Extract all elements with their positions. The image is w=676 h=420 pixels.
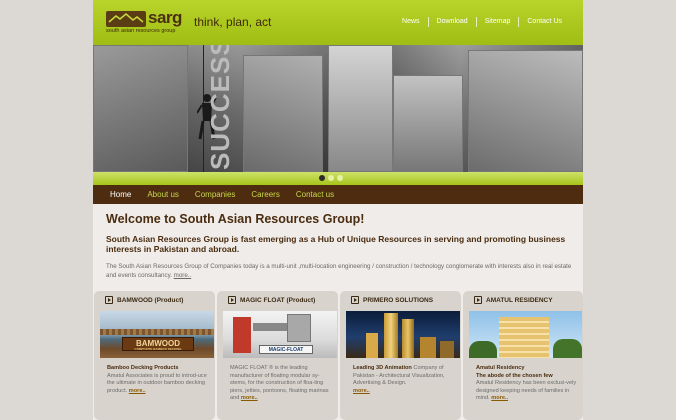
- card-lead: Leading 3D Animation: [353, 365, 412, 371]
- card-image[interactable]: [346, 311, 460, 358]
- card-image[interactable]: MAGIC-FLOAT: [223, 311, 337, 358]
- nav-home[interactable]: Home: [102, 190, 139, 199]
- magic-float-logo: MAGIC-FLOAT: [259, 345, 313, 354]
- topnav-news[interactable]: News: [394, 17, 428, 27]
- nav-companies[interactable]: Companies: [187, 190, 243, 199]
- card-description: Bamboo Decking Products Amatul Associate…: [107, 365, 209, 395]
- card-title[interactable]: BAMWOOD (Product): [105, 296, 183, 304]
- card-title[interactable]: PRIMERO SOLUTIONS: [351, 296, 433, 304]
- deck-railing: [100, 329, 214, 335]
- card-description: MAGIC FLOAT ® is the leading manufacture…: [230, 365, 332, 403]
- topnav-download[interactable]: Download: [427, 17, 476, 27]
- card-image[interactable]: BAMWOOD COMPOSITE BAMBOO DECKING: [100, 311, 214, 358]
- bamwood-logo: BAMWOOD COMPOSITE BAMBOO DECKING: [122, 337, 194, 351]
- sarg-logo[interactable]: sarg south asian resources group: [106, 8, 182, 35]
- tower: [420, 337, 436, 358]
- play-icon: [105, 296, 113, 304]
- card-lead-2: The abode of the chosen few: [476, 372, 553, 379]
- page-title: Welcome to South Asian Resources Group!: [106, 212, 365, 226]
- float-module-red: [233, 317, 251, 353]
- rock-slab: [328, 45, 393, 172]
- hero-banner: SUCCESS: [93, 45, 583, 172]
- card-title-text: MAGIC FLOAT (Product): [240, 296, 316, 304]
- main-nav: Home About us Companies Careers Contact …: [93, 185, 583, 204]
- header: sarg south asian resources group think, …: [93, 0, 583, 45]
- slider-strip: [93, 172, 583, 185]
- tree: [469, 341, 497, 358]
- logo-mountain-icon: [106, 11, 146, 27]
- card-more-link[interactable]: more..: [129, 388, 146, 394]
- card-title[interactable]: MAGIC FLOAT (Product): [228, 296, 315, 304]
- slide-dots: [319, 175, 343, 181]
- card-amatul-residency: AMATUL RESIDENCY Amatul Residency The ab…: [463, 291, 583, 420]
- rock-slab: [468, 50, 583, 172]
- rock-slab: [243, 55, 323, 172]
- card-body: Amatul Associates is proud to introd-uce…: [107, 372, 207, 394]
- tower: [402, 319, 414, 358]
- card-description: Leading 3D Animation Company of Pakistan…: [353, 365, 455, 395]
- topnav-contact-us[interactable]: Contact Us: [518, 17, 570, 27]
- tree: [553, 339, 582, 358]
- card-description: Amatul Residency The abode of the chosen…: [476, 365, 578, 403]
- nav-careers[interactable]: Careers: [243, 190, 287, 199]
- residency-building: [499, 317, 549, 358]
- nav-about-us[interactable]: About us: [139, 190, 187, 199]
- card-magic-float: MAGIC FLOAT (Product) MAGIC-FLOAT MAGIC …: [217, 291, 338, 420]
- play-icon: [474, 296, 482, 304]
- rock-slab: [393, 75, 463, 172]
- card-more-link[interactable]: more..: [353, 388, 370, 394]
- banner-success-text: SUCCESS: [205, 45, 235, 170]
- card-title-text: AMATUL RESIDENCY: [486, 296, 553, 304]
- body-text: The South Asian Resources Group of Compa…: [106, 262, 576, 280]
- body-more-link[interactable]: more..: [174, 272, 192, 279]
- card-title-text: BAMWOOD (Product): [117, 296, 184, 304]
- card-lead: Bamboo Decking Products: [107, 365, 179, 371]
- slide-dot[interactable]: [328, 175, 334, 181]
- tower: [366, 333, 378, 358]
- tagline: think, plan, act: [194, 15, 272, 29]
- card-image[interactable]: [469, 311, 582, 358]
- float-module-gray: [287, 314, 311, 342]
- top-nav: News Download Sitemap Contact Us: [394, 17, 570, 27]
- tower: [440, 341, 454, 358]
- intro-text: South Asian Resources Group is fast emer…: [106, 234, 566, 254]
- page: sarg south asian resources group think, …: [93, 0, 583, 420]
- topnav-sitemap[interactable]: Sitemap: [475, 17, 519, 27]
- card-bamwood: BAMWOOD (Product) BAMWOOD COMPOSITE BAMB…: [94, 291, 215, 420]
- tower: [384, 313, 398, 358]
- card-more-link[interactable]: more..: [491, 395, 508, 401]
- play-icon: [351, 296, 359, 304]
- slide-dot[interactable]: [337, 175, 343, 181]
- logo-subtitle: south asian resources group: [106, 28, 176, 34]
- slide-dot[interactable]: [319, 175, 325, 181]
- play-icon: [228, 296, 236, 304]
- logo-word: sarg: [148, 8, 182, 27]
- card-more-link[interactable]: more..: [241, 395, 258, 401]
- rock-slab: [93, 45, 188, 172]
- card-primero-solutions: PRIMERO SOLUTIONS Leading 3D Animation C…: [340, 291, 461, 420]
- card-title[interactable]: AMATUL RESIDENCY: [474, 296, 553, 304]
- nav-contact-us[interactable]: Contact us: [288, 190, 342, 199]
- card-lead: Amatul Residency: [476, 365, 525, 371]
- card-title-text: PRIMERO SOLUTIONS: [363, 296, 434, 304]
